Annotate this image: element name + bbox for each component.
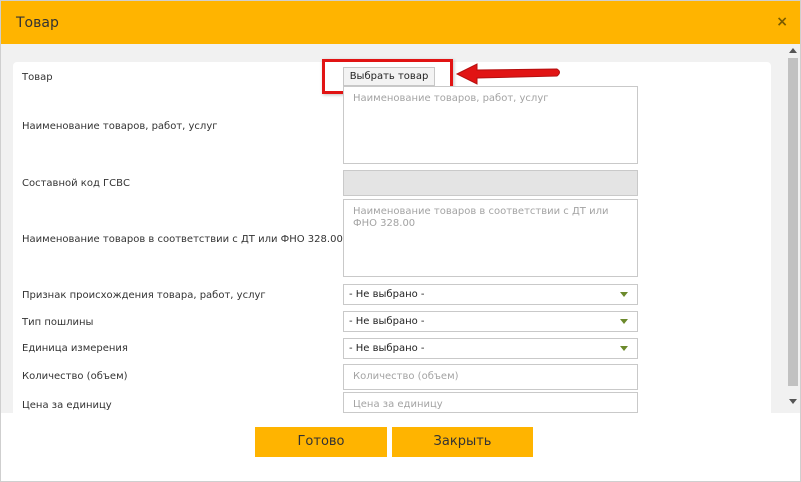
vertical-scrollbar[interactable]	[785, 44, 800, 413]
dialog-title: Товар	[16, 15, 59, 31]
unit-label: Единица измерения	[22, 343, 128, 354]
scroll-down-icon[interactable]	[789, 399, 797, 404]
scrollbar-thumb[interactable]	[788, 58, 798, 386]
product-dialog: Товар × Товар Выбрать товар Наименование…	[0, 0, 801, 482]
goods-name-textarea[interactable]: Наименование товаров, работ, услуг	[343, 86, 638, 164]
quantity-input[interactable]: Количество (объем)	[343, 364, 638, 390]
scroll-up-icon[interactable]	[789, 48, 797, 53]
duty-type-label: Тип пошлины	[22, 317, 94, 328]
close-button[interactable]: Закрыть	[392, 427, 533, 457]
duty-type-select[interactable]: - Не выбрано -	[343, 311, 638, 332]
goods-name-label: Наименование товаров, работ, услуг	[22, 121, 218, 132]
dialog-header: Товар ×	[1, 1, 800, 44]
close-icon[interactable]: ×	[776, 14, 788, 30]
chevron-down-icon[interactable]	[620, 346, 628, 351]
dt-name-textarea[interactable]: Наименование товаров в соответствии с ДТ…	[343, 199, 638, 277]
price-label: Цена за единицу	[22, 400, 112, 411]
chevron-down-icon[interactable]	[620, 292, 628, 297]
gsvs-code-field	[343, 170, 638, 196]
origin-label: Признак происхождения товара, работ, усл…	[22, 290, 266, 301]
done-button[interactable]: Готово	[255, 427, 387, 457]
origin-select[interactable]: - Не выбрано -	[343, 284, 638, 305]
dt-name-label: Наименование товаров в соответствии с ДТ…	[22, 234, 343, 245]
dialog-footer: Готово Закрыть	[1, 413, 800, 481]
duty-type-select-value: - Не выбрано -	[349, 316, 425, 327]
quantity-label: Количество (объем)	[22, 371, 128, 382]
unit-select[interactable]: - Не выбрано -	[343, 338, 638, 359]
price-input[interactable]: Цена за единицу	[343, 392, 638, 413]
unit-select-value: - Не выбрано -	[349, 343, 425, 354]
product-label: Товар	[22, 72, 53, 83]
origin-select-value: - Не выбрано -	[349, 289, 425, 300]
red-arrow-icon	[455, 63, 560, 85]
gsvs-code-label: Составной код ГСВС	[22, 178, 130, 189]
chevron-down-icon[interactable]	[620, 319, 628, 324]
